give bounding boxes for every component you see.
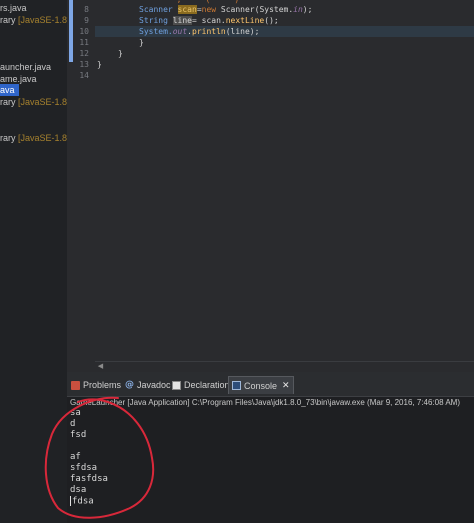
package-explorer: rs.java rary [JavaSE-1.8] auncher.java a… bbox=[0, 0, 67, 523]
code-token-field: in bbox=[293, 5, 303, 14]
console-icon bbox=[232, 381, 241, 390]
line-number: 10 bbox=[79, 27, 89, 36]
tree-item-label: ame.java bbox=[0, 74, 37, 84]
console-line: d bbox=[70, 419, 76, 429]
code-token-keyword: new bbox=[201, 5, 217, 14]
tree-item-label: rary bbox=[0, 15, 16, 25]
code-line-12: } bbox=[118, 49, 123, 58]
tree-item-rs-java[interactable]: rs.java bbox=[0, 2, 27, 14]
code-line-11: } bbox=[139, 38, 144, 47]
tree-item-launcher-java[interactable]: auncher.java bbox=[0, 61, 51, 73]
tree-item-label: rary bbox=[0, 133, 16, 143]
declaration-icon bbox=[172, 380, 181, 390]
javadoc-icon: @ bbox=[125, 379, 134, 390]
code-token: Scanner(System. bbox=[216, 5, 294, 14]
bottom-views-panel: Problems @ Javadoc Declaration Console ✕… bbox=[67, 372, 474, 523]
tab-javadoc[interactable]: @ Javadoc bbox=[125, 377, 171, 393]
tab-declaration[interactable]: Declaration bbox=[172, 377, 230, 393]
tab-label: Problems bbox=[83, 380, 122, 390]
code-line-10: System.out.println(line); bbox=[139, 26, 259, 37]
line-number: 14 bbox=[79, 71, 89, 80]
line-number: 12 bbox=[79, 49, 89, 58]
views-tab-bar: Problems @ Javadoc Declaration Console ✕ bbox=[67, 372, 474, 397]
line-number-gutter: 8 9 10 11 12 13 14 bbox=[67, 0, 95, 372]
console-line: sfdsa bbox=[70, 463, 98, 473]
horizontal-scrollbar[interactable]: ◀ bbox=[95, 361, 474, 372]
scroll-left-icon[interactable]: ◀ bbox=[95, 362, 106, 372]
code-token-type: System. bbox=[139, 27, 173, 36]
console-line: fsd bbox=[70, 430, 87, 440]
tree-item-label: rs.java bbox=[0, 3, 27, 13]
console-line-last: fdsa bbox=[70, 496, 108, 507]
console-launch-info: GameLauncher [Java Application] C:\Progr… bbox=[70, 398, 460, 407]
console-line: dsa bbox=[70, 485, 87, 495]
code-editor[interactable]: 8 9 10 11 12 13 14 , ( ) Scanner scan=ne… bbox=[67, 0, 474, 372]
code-line-8: Scanner scan=new Scanner(System.in); bbox=[139, 4, 312, 15]
line-number: 11 bbox=[79, 38, 89, 47]
tab-problems[interactable]: Problems bbox=[71, 377, 121, 393]
tree-item-label: rary bbox=[0, 97, 16, 107]
tree-item-library[interactable]: rary [JavaSE-1.8] bbox=[0, 14, 67, 26]
code-token-type: String bbox=[139, 16, 168, 25]
code-token: (line); bbox=[225, 27, 260, 36]
tree-item-label: auncher.java bbox=[0, 62, 52, 72]
code-line-13: } bbox=[97, 60, 102, 69]
code-token-method: nextLine bbox=[225, 16, 265, 25]
console-line-text: fdsa bbox=[72, 496, 94, 507]
code-token: ); bbox=[302, 5, 313, 14]
console-line: fasfdsa bbox=[70, 474, 108, 484]
library-version: [JavaSE-1.8] bbox=[18, 97, 67, 107]
code-token-field: out bbox=[172, 27, 188, 36]
tab-label: Declaration bbox=[184, 380, 230, 390]
problems-icon bbox=[71, 380, 80, 390]
code-token: (); bbox=[264, 16, 279, 25]
console-line: sa bbox=[70, 408, 81, 418]
console-output[interactable]: sa d fsd af sfdsa fasfdsa dsa fdsa bbox=[70, 408, 108, 507]
tree-item-library[interactable]: rary [JavaSE-1.8] bbox=[0, 96, 67, 108]
tab-label: Javadoc bbox=[137, 380, 171, 390]
text-cursor bbox=[70, 496, 71, 506]
library-version: [JavaSE-1.8] bbox=[18, 133, 67, 143]
code-line-9: String line= scan.nextLine(); bbox=[139, 15, 279, 26]
line-number: 8 bbox=[84, 5, 89, 14]
tab-console[interactable]: Console ✕ bbox=[228, 376, 294, 394]
close-icon[interactable]: ✕ bbox=[282, 381, 290, 390]
console-line: af bbox=[70, 452, 81, 462]
tree-item-selected-java[interactable]: ava bbox=[0, 84, 19, 96]
library-version: [JavaSE-1.8] bbox=[18, 15, 67, 25]
line-number: 13 bbox=[79, 60, 89, 69]
code-token: = scan. bbox=[192, 16, 226, 25]
code-token-variable: line bbox=[172, 16, 192, 25]
line-number: 9 bbox=[84, 16, 89, 25]
code-token-variable: scan bbox=[177, 5, 197, 14]
tree-item-library[interactable]: rary [JavaSE-1.8] bbox=[0, 132, 67, 144]
code-token-method: println bbox=[192, 27, 226, 36]
tab-label: Console bbox=[244, 380, 278, 391]
tree-item-label: ava bbox=[0, 85, 15, 95]
code-token-type: Scanner bbox=[139, 5, 173, 14]
